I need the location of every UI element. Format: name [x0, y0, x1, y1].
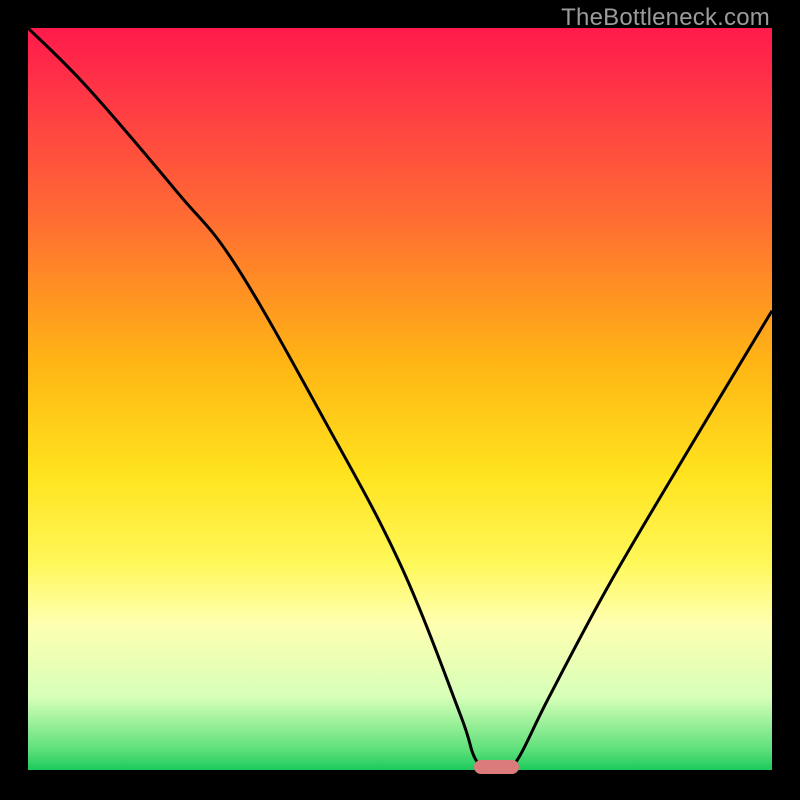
gradient-background	[28, 28, 772, 772]
bottleneck-curve-chart	[28, 28, 772, 772]
optimum-marker	[474, 760, 519, 774]
chart-frame	[28, 28, 772, 772]
